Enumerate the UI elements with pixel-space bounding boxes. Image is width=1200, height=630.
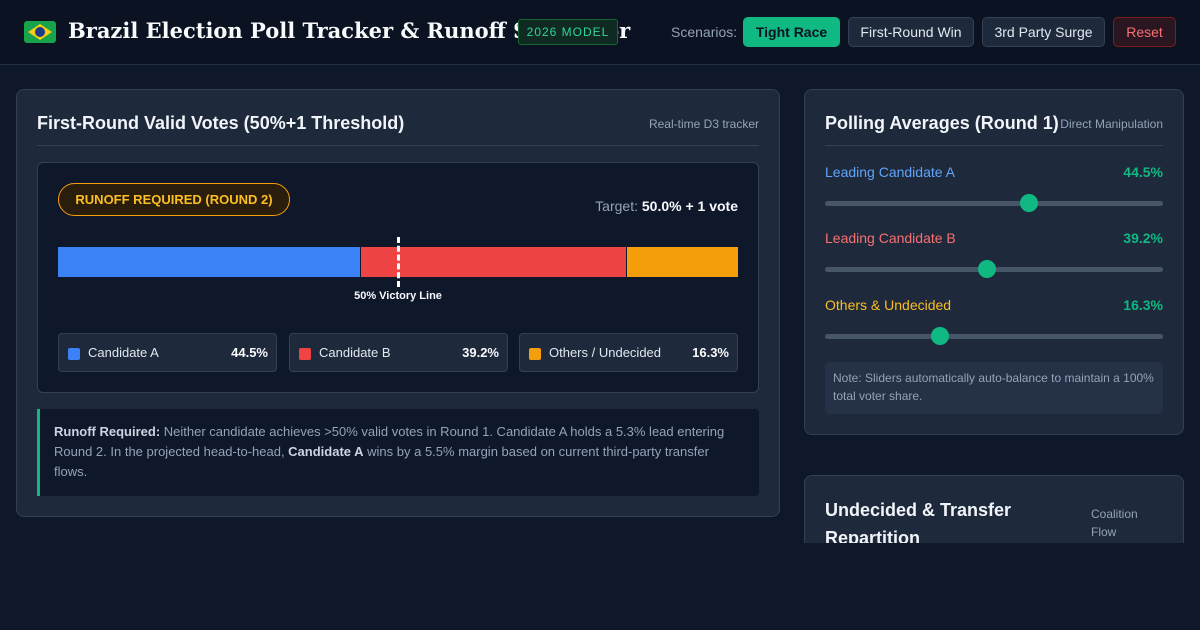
- runoff-summary: Runoff Required: Neither candidate achie…: [37, 409, 759, 496]
- runoff-status-badge: RUNOFF REQUIRED (ROUND 2): [58, 183, 290, 216]
- victory-line: [397, 237, 400, 287]
- slider-value: 39.2%: [1123, 230, 1163, 246]
- legend-candidate-a: Candidate A 44.5%: [58, 333, 277, 372]
- legend-label: Candidate B: [319, 345, 391, 360]
- slider-value: 16.3%: [1123, 297, 1163, 313]
- legend-label: Others / Undecided: [549, 345, 662, 360]
- scenarios-label: Scenarios:: [671, 24, 738, 40]
- bar-segment-candidate-b: [360, 247, 627, 277]
- slider-thumb[interactable]: [930, 327, 949, 345]
- card-divider: [37, 145, 759, 146]
- viewport-fold: [0, 543, 1200, 630]
- vote-tracker-panel: RUNOFF REQUIRED (ROUND 2) Target: 50.0% …: [37, 162, 759, 393]
- transfer-subtitle: Coalition Flow: [1091, 507, 1138, 539]
- first-round-title: First-Round Valid Votes (50%+1 Threshold…: [37, 113, 405, 133]
- model-badge: 2026 MODEL: [518, 19, 618, 45]
- polling-averages-card: Polling Averages (Round 1) Direct Manipu…: [804, 89, 1184, 435]
- polling-subtitle: Direct Manipulation: [1060, 117, 1163, 131]
- slider-thumb[interactable]: [978, 260, 997, 278]
- slider-label: Others & Undecided: [825, 297, 952, 313]
- legend-value: 44.5%: [231, 345, 268, 360]
- bar-segment-others: [627, 247, 738, 277]
- victory-line-label: 50% Victory Line: [354, 290, 442, 302]
- auto-balance-note: Note: Sliders automatically auto-balance…: [825, 362, 1163, 414]
- others-swatch: [529, 348, 541, 360]
- slider-value: 44.5%: [1123, 164, 1163, 180]
- legend-label: Candidate A: [88, 345, 159, 360]
- brazil-flag-icon: [24, 21, 56, 43]
- slider-thumb[interactable]: [1020, 194, 1039, 212]
- reset-button[interactable]: Reset: [1113, 17, 1176, 47]
- legend-others: Others / Undecided 16.3%: [519, 333, 738, 372]
- target-readout: Target: 50.0% + 1 vote: [595, 198, 738, 214]
- candidate-a-swatch: [68, 348, 80, 360]
- third-party-surge-button[interactable]: 3rd Party Surge: [982, 17, 1105, 47]
- legend-value: 16.3%: [692, 345, 729, 360]
- tight-race-button[interactable]: Tight Race: [743, 17, 840, 47]
- bar-segment-candidate-a: [58, 247, 360, 277]
- app-header: Brazil Election Poll Tracker & Runoff Si…: [0, 0, 1200, 65]
- slider-track[interactable]: [825, 334, 1163, 339]
- slider-label: Leading Candidate A: [825, 164, 955, 180]
- card-divider: [825, 145, 1163, 146]
- legend-candidate-b: Candidate B 39.2%: [289, 333, 508, 372]
- first-round-win-button[interactable]: First-Round Win: [848, 17, 974, 47]
- candidate-b-swatch: [299, 348, 311, 360]
- slider-track[interactable]: [825, 201, 1163, 206]
- slider-label: Leading Candidate B: [825, 230, 956, 246]
- polling-title: Polling Averages (Round 1): [825, 113, 1059, 133]
- first-round-card: First-Round Valid Votes (50%+1 Threshold…: [16, 89, 780, 517]
- legend-value: 39.2%: [462, 345, 499, 360]
- first-round-subtitle: Real-time D3 tracker: [648, 117, 759, 131]
